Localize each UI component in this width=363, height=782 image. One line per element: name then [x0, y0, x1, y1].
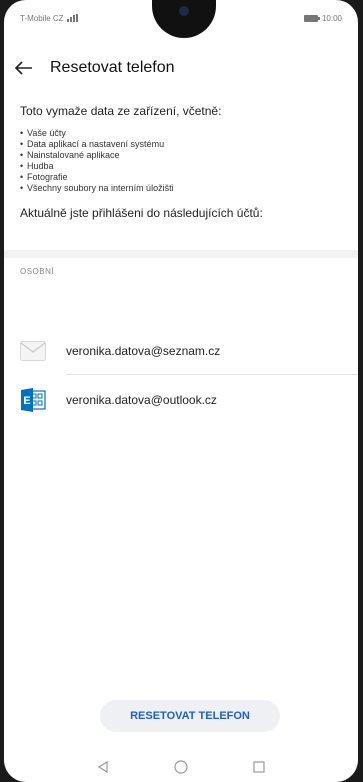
account-separator — [66, 374, 358, 375]
data-list: Vaše účty Data aplikací a nastavení syst… — [20, 128, 342, 194]
signal-icon — [66, 14, 79, 22]
list-item: Nainstalované aplikace — [20, 150, 342, 161]
status-bar: T-Mobile CZ 10:00 — [20, 6, 342, 30]
battery-icon — [303, 14, 320, 22]
reset-phone-button[interactable]: RESETOVAT TELEFON — [100, 700, 280, 732]
nav-recents-icon[interactable] — [244, 757, 274, 777]
lead-text: Toto vymaže data ze zařízení, včetně: — [20, 104, 222, 118]
list-item: Fotografie — [20, 172, 342, 183]
mail-envelope-icon — [20, 338, 46, 364]
exchange-icon: E — [20, 387, 46, 413]
logged-in-text: Aktuálně jste přihlášeni do následujícíc… — [20, 206, 263, 220]
carrier-label: T-Mobile CZ — [20, 13, 64, 23]
section-divider — [4, 250, 358, 258]
svg-text:E: E — [23, 395, 30, 407]
account-row-seznam[interactable]: veronika.datova@seznam.cz — [4, 327, 358, 375]
page-title: Resetovat telefon — [50, 59, 175, 76]
phone-screen: T-Mobile CZ 10:00 Resetovat telefon Toto… — [4, 0, 358, 782]
app-bar: Resetovat telefon — [4, 50, 358, 86]
list-item: Hudba — [20, 161, 342, 172]
navigation-bar — [4, 752, 358, 782]
list-item: Všechny soubory na interním úložišti — [20, 183, 342, 194]
nav-back-icon[interactable] — [88, 757, 118, 777]
section-label-personal: OSOBNÍ — [20, 267, 55, 276]
account-row-outlook[interactable]: E veronika.datova@outlook.cz — [4, 376, 358, 424]
back-arrow-icon[interactable] — [4, 50, 44, 86]
account-email: veronika.datova@outlook.cz — [66, 393, 217, 407]
status-time: 10:00 — [321, 13, 342, 23]
account-email: veronika.datova@seznam.cz — [66, 344, 221, 358]
list-item: Data aplikací a nastavení systému — [20, 139, 342, 150]
reset-description: Toto vymaže data ze zařízení, včetně: Va… — [20, 104, 342, 220]
list-item: Vaše účty — [20, 128, 342, 139]
nav-home-icon[interactable] — [166, 757, 196, 777]
